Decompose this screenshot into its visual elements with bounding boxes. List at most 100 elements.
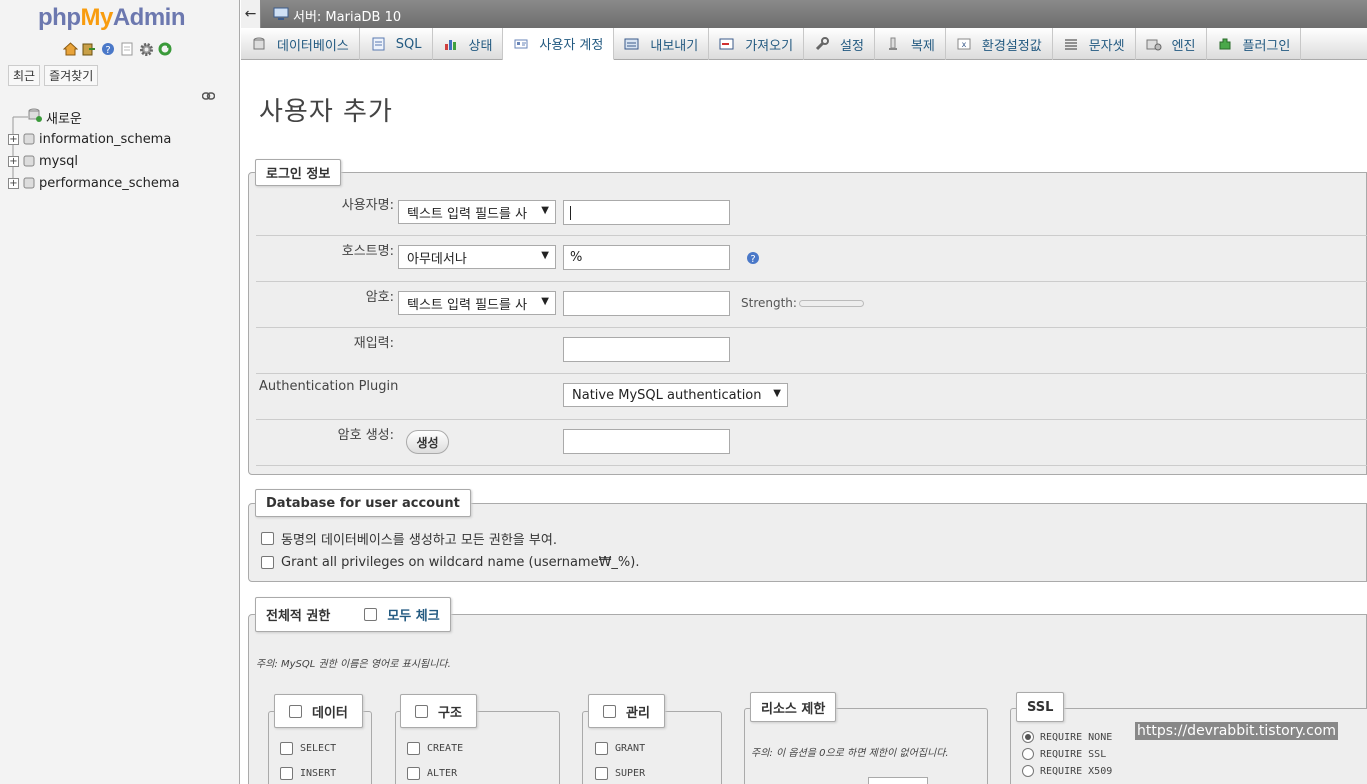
help-icon[interactable]: ? <box>100 41 116 57</box>
phpmyadmin-logo[interactable]: phpMyAdmin <box>38 4 186 32</box>
sql-icon <box>370 36 386 52</box>
checkbox[interactable] <box>407 767 420 780</box>
checkbox[interactable] <box>595 742 608 755</box>
radio-button[interactable] <box>1022 765 1034 777</box>
privileges-note: 주의: MySQL 권한 이름은 영어로 표시됩니다. <box>256 659 451 670</box>
tab-engines[interactable]: 엔진 <box>1136 28 1207 60</box>
tree-item-mysql[interactable]: + mysql <box>8 150 180 172</box>
sidebar-quick-icons: ? <box>62 41 173 57</box>
help-icon[interactable]: ? <box>746 251 760 269</box>
checkbox[interactable] <box>289 704 302 718</box>
gear-icon[interactable] <box>138 41 154 57</box>
ssl-require-x509[interactable]: REQUIRE X509 <box>1022 765 1112 777</box>
button-label: 생성 <box>416 435 439 450</box>
docs-icon[interactable] <box>119 41 135 57</box>
tab-import[interactable]: 가져오기 <box>709 28 805 60</box>
tab-sql[interactable]: SQL <box>360 28 433 60</box>
priv-create[interactable]: CREATE <box>407 742 463 755</box>
recent-tab[interactable]: 최근 <box>8 65 41 86</box>
radio-button[interactable] <box>1022 731 1034 743</box>
tab-user-accounts[interactable]: 사용자 계정 <box>503 28 615 60</box>
priv-super[interactable]: SUPER <box>595 767 645 780</box>
priv-insert[interactable]: INSERT <box>280 767 336 780</box>
auth-plugin-select[interactable]: Native MySQL authentication ▼ <box>563 383 788 407</box>
home-icon[interactable] <box>62 41 78 57</box>
tab-label: SQL <box>395 36 422 52</box>
expand-icon[interactable]: + <box>8 133 19 145</box>
password-type-select[interactable]: 텍스트 입력 필드를 사 ▼ <box>398 291 556 315</box>
tree-item-information-schema[interactable]: + information_schema <box>8 128 180 150</box>
server-breadcrumb[interactable]: 서버: MariaDB 10 <box>273 6 401 25</box>
tab-export[interactable]: 내보내기 <box>614 28 710 60</box>
checkbox[interactable] <box>415 704 428 718</box>
ssl-require-none[interactable]: REQUIRE NONE <box>1022 731 1112 743</box>
username-type-select[interactable]: 텍스트 입력 필드를 사 ▼ <box>398 200 556 224</box>
tree-item-new[interactable]: 새로운 <box>8 106 180 128</box>
retype-row: 재입력: <box>256 328 1367 374</box>
priv-alter[interactable]: ALTER <box>407 767 457 780</box>
expand-icon[interactable]: + <box>8 155 19 167</box>
tab-label: 데이터베이스 <box>277 38 349 54</box>
tab-status[interactable]: 상태 <box>433 28 504 60</box>
chevron-down-icon: ▼ <box>541 250 549 261</box>
ssl-option-label: REQUIRE SSL <box>1040 748 1107 760</box>
priv-label: INSERT <box>300 768 337 779</box>
retype-password-input[interactable] <box>563 337 730 362</box>
generate-password-button[interactable]: 생성 <box>406 430 449 454</box>
auth-plugin-row: Authentication Plugin <box>256 374 1367 420</box>
checkbox[interactable] <box>407 742 420 755</box>
expand-icon[interactable]: + <box>8 177 19 189</box>
checkbox[interactable] <box>261 556 274 569</box>
generated-password-input[interactable] <box>563 429 730 454</box>
tab-variables[interactable]: x 환경설정값 <box>946 28 1053 60</box>
server-breadcrumb-bar: ← 서버: MariaDB 10 <box>241 0 1367 28</box>
resource-note: 주의: 이 옵션을 0으로 하면 제한이 없어집니다. <box>751 748 949 759</box>
select-value: 텍스트 입력 필드를 사 <box>407 206 528 222</box>
host-type-select[interactable]: 아무데서나 ▼ <box>398 245 556 269</box>
radio-button[interactable] <box>1022 748 1034 760</box>
collapse-sidebar-button[interactable]: ← <box>241 0 261 28</box>
engine-icon <box>1146 36 1162 52</box>
check-all-label[interactable]: 모두 체크 <box>387 605 439 624</box>
logout-icon[interactable] <box>81 41 97 57</box>
legend-title: 구조 <box>438 705 462 721</box>
wildcard-grant-option[interactable]: Grant all privileges on wildcard name (u… <box>261 555 639 570</box>
tab-databases[interactable]: 데이터베이스 <box>241 28 360 60</box>
host-input[interactable]: % <box>563 245 730 270</box>
import-icon <box>719 36 735 52</box>
password-input[interactable] <box>563 291 730 316</box>
tree-item-label: performance_schema <box>39 175 180 191</box>
create-db-option[interactable]: 동명의 데이터베이스를 생성하고 모든 권한을 부여. <box>261 529 557 548</box>
host-label: 호스트명: <box>341 244 394 259</box>
tab-label: 설정 <box>840 38 864 54</box>
tab-label: 사용자 계정 <box>539 38 604 53</box>
ssl-option-label: REQUIRE X509 <box>1040 765 1113 777</box>
checkbox[interactable] <box>261 532 274 545</box>
favorites-tab[interactable]: 즐겨찾기 <box>44 65 99 86</box>
reload-icon[interactable] <box>157 41 173 57</box>
main-content: 사용자 추가 사용자명: 호스트명: 암호: 재입력: Authenticati… <box>241 61 1367 784</box>
tab-settings[interactable]: 설정 <box>804 28 875 60</box>
tab-label: 플러그인 <box>1242 38 1291 54</box>
tab-replication[interactable]: 복제 <box>875 28 946 60</box>
select-value: Native MySQL authentication <box>572 387 762 403</box>
check-all-checkbox[interactable] <box>364 608 378 621</box>
password-label: 암호: <box>365 290 394 305</box>
legend-title: 데이터 <box>312 705 348 721</box>
tree-item-performance-schema[interactable]: + performance_schema <box>8 172 180 194</box>
new-db-icon <box>28 108 42 126</box>
priv-select[interactable]: SELECT <box>280 742 336 755</box>
link-icon[interactable] <box>201 89 216 104</box>
checkbox[interactable] <box>603 704 616 718</box>
tab-label: 가져오기 <box>745 38 794 54</box>
ssl-require-ssl[interactable]: REQUIRE SSL <box>1022 748 1106 760</box>
checkbox[interactable] <box>280 767 293 780</box>
tab-plugins[interactable]: 플러그인 <box>1207 28 1302 60</box>
auth-plugin-label: Authentication Plugin <box>259 379 399 394</box>
tab-charsets[interactable]: 문자셋 <box>1053 28 1136 60</box>
username-input[interactable] <box>563 200 730 225</box>
checkbox[interactable] <box>595 767 608 780</box>
checkbox[interactable] <box>280 742 293 755</box>
priv-grant[interactable]: GRANT <box>595 742 645 755</box>
resource-limit-input[interactable] <box>868 777 928 784</box>
